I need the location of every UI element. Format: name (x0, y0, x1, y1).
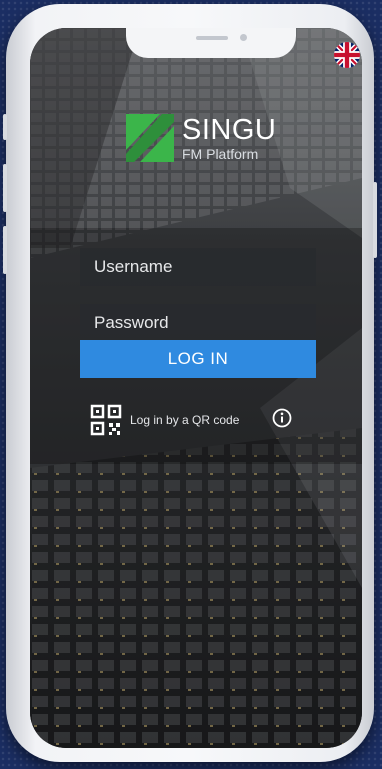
singu-logo-mark-icon (126, 114, 174, 162)
side-button-power (373, 182, 377, 258)
qr-code-icon (90, 404, 122, 436)
qr-login-link[interactable]: Log in by a QR code (90, 404, 239, 436)
app-screen: SINGU FM Platform Username Password LOG … (30, 28, 362, 748)
username-field[interactable]: Username (80, 248, 316, 286)
qr-login-label: Log in by a QR code (130, 413, 240, 427)
speaker-grille (196, 36, 228, 40)
password-field[interactable]: Password (80, 304, 316, 342)
uk-flag-icon[interactable] (334, 42, 360, 68)
brand-name: SINGU (182, 113, 277, 146)
phone-frame: SINGU FM Platform Username Password LOG … (3, 4, 377, 762)
login-button[interactable]: LOG IN (80, 340, 316, 378)
info-icon[interactable] (272, 408, 292, 428)
side-button-volume-up (3, 164, 7, 212)
brand-subtitle: FM Platform (182, 145, 259, 162)
side-button-volume-down (3, 226, 7, 274)
brand-logo: SINGU FM Platform (126, 114, 276, 162)
front-camera (240, 34, 247, 41)
side-button-mute (3, 114, 7, 140)
device-notch (126, 28, 296, 58)
